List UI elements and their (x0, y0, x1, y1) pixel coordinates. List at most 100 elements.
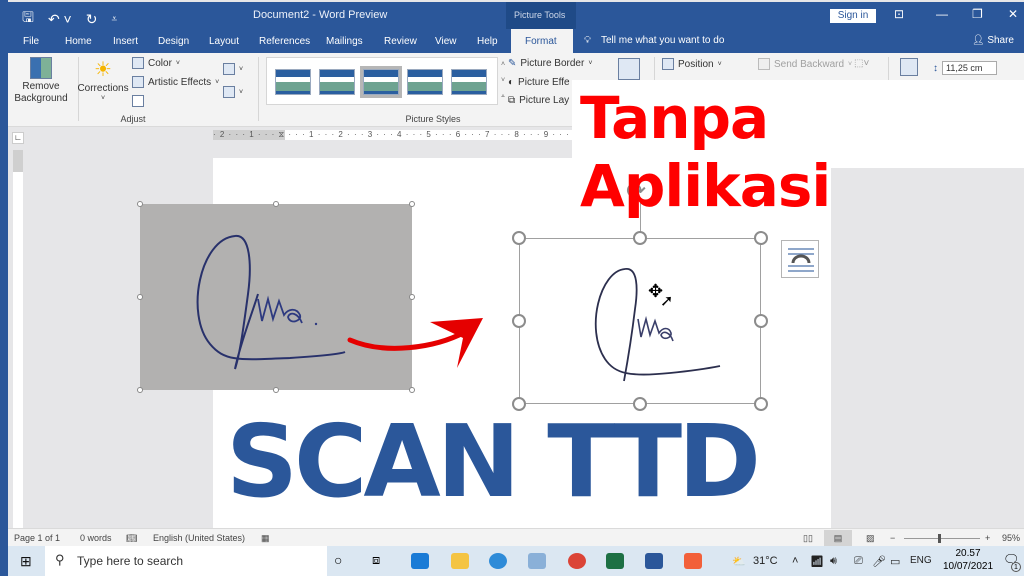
notepad-icon[interactable] (528, 553, 546, 569)
battery-icon[interactable]: ▭ (890, 555, 900, 568)
transparency-button[interactable] (132, 95, 144, 107)
zoom-out-button[interactable]: − (890, 533, 895, 543)
resize-handle[interactable] (273, 201, 279, 207)
picture-effects-button[interactable]: ◐ Picture Effe (508, 77, 570, 88)
word-count[interactable]: 0 words (80, 533, 112, 543)
proofing-icon[interactable]: 📖︎ (126, 533, 137, 544)
read-mode-icon[interactable]: ▯▯ (803, 533, 813, 544)
resize-handle[interactable] (137, 294, 143, 300)
tab-insert[interactable]: Insert (113, 36, 138, 47)
shape-height-field[interactable]: ↕ 11,25 cm (933, 61, 998, 75)
vertical-ruler[interactable] (13, 150, 23, 530)
resize-handle[interactable] (273, 387, 279, 393)
picture-layout-button[interactable]: ⧉ Picture Lay (508, 95, 569, 106)
resize-handle[interactable] (512, 231, 526, 245)
camtasia-icon[interactable] (684, 553, 702, 569)
edge-icon[interactable] (489, 553, 507, 569)
resize-handle[interactable] (137, 201, 143, 207)
resize-handle[interactable] (754, 314, 768, 328)
share-button[interactable]: 👤︎ Share (972, 35, 1014, 46)
cortana-icon[interactable]: ○ (334, 552, 342, 568)
print-layout-icon[interactable]: ▤ (824, 530, 852, 546)
tab-review[interactable]: Review (384, 36, 417, 47)
picture-style-1[interactable] (275, 69, 311, 95)
gallery-scroll[interactable]: ˄ ˅ ⩡ (498, 57, 508, 105)
close-icon[interactable]: ✕ (1008, 7, 1018, 21)
tray-chevron-icon[interactable]: ˄ (792, 555, 798, 567)
input-language[interactable]: ENG (910, 555, 932, 566)
tab-layout[interactable]: Layout (209, 36, 239, 47)
word-icon[interactable] (645, 553, 663, 569)
minimize-icon[interactable]: — (936, 7, 948, 21)
picture-style-4[interactable] (407, 69, 443, 95)
tab-file[interactable]: File (23, 36, 39, 47)
clock-date[interactable]: 10/07/2021 (938, 561, 998, 572)
microphone-icon[interactable]: 🎤︎ (872, 555, 886, 568)
camera-icon[interactable]: ⎚ (854, 555, 863, 568)
page-count[interactable]: Page 1 of 1 (14, 533, 60, 543)
compress-pictures-button[interactable]: ˅ (223, 63, 243, 75)
excel-icon[interactable] (606, 553, 624, 569)
send-backward-button[interactable]: Send Backward ˅ (758, 58, 852, 70)
artistic-effects-button[interactable]: Artistic Effects ˅ (132, 76, 219, 88)
remove-background-button[interactable]: Remove Background (14, 57, 68, 105)
position-button[interactable]: Position ˅ (662, 58, 722, 70)
resize-handle[interactable] (512, 314, 526, 328)
tab-home[interactable]: Home (65, 36, 92, 47)
tab-help[interactable]: Help (477, 36, 498, 47)
mail-icon[interactable] (411, 553, 429, 569)
zoom-in-button[interactable]: + (985, 533, 990, 543)
alt-text-button[interactable] (618, 58, 640, 80)
picture-style-3[interactable] (360, 66, 402, 98)
picture-style-5[interactable] (451, 69, 487, 95)
color-button[interactable]: Color ˅ (132, 57, 180, 69)
corrections-button[interactable]: ☀ Corrections ˅ (77, 57, 128, 102)
ribbon-display-options-icon[interactable]: ⊡ (894, 7, 904, 21)
accessibility-icon[interactable]: ▦ (261, 533, 270, 544)
tell-me-search[interactable]: 💡︎ Tell me what you want to do (584, 35, 724, 46)
tab-view[interactable]: View (435, 36, 457, 47)
zoom-slider-track[interactable] (904, 538, 980, 539)
tab-selector[interactable]: ∟ (12, 132, 24, 144)
network-icon[interactable]: 📶︎ (810, 555, 824, 568)
task-view-icon[interactable]: ⧈ (372, 552, 380, 568)
resize-handle[interactable] (409, 201, 415, 207)
volume-icon[interactable]: 🔊︎ (830, 555, 837, 568)
resize-handle[interactable] (633, 231, 647, 245)
zoom-slider-thumb[interactable] (938, 534, 941, 543)
language-indicator[interactable]: English (United States) (153, 533, 245, 543)
weather-icon[interactable]: ⛅ (732, 555, 746, 568)
mouse-pointer-icon: ➚ (660, 293, 674, 310)
clock-time[interactable]: 20.57 (948, 548, 988, 559)
taskbar-search[interactable]: ⚲ Type here to search (45, 546, 327, 576)
file-explorer-icon[interactable] (451, 553, 469, 569)
crop-button[interactable] (900, 58, 918, 76)
web-layout-icon[interactable]: ▨ (866, 533, 875, 544)
redo-icon[interactable]: ↻ (86, 11, 98, 28)
restore-icon[interactable]: ❐ (972, 7, 983, 21)
align-button[interactable]: ⬚˅ (854, 58, 869, 69)
resize-handle[interactable] (409, 294, 415, 300)
picture-border-button[interactable]: ✎ Picture Border ˅ (508, 58, 592, 69)
resize-handle[interactable] (754, 231, 768, 245)
zoom-level[interactable]: 95% (1002, 533, 1020, 543)
horizontal-ruler[interactable]: · 2 · · · 1 · · · ⧖ · · · 1 · · · 2 · · … (213, 130, 573, 140)
resize-handle[interactable] (137, 387, 143, 393)
tab-design[interactable]: Design (158, 36, 189, 47)
save-icon[interactable]: 🖫 (22, 7, 34, 31)
sign-in-button[interactable]: Sign in (830, 9, 876, 23)
reset-picture-button[interactable]: ˅ (223, 86, 243, 98)
selected-signature-image[interactable]: ✥ ➚ ⟳ (512, 178, 768, 411)
tab-format[interactable]: Format (511, 29, 573, 53)
chrome-icon[interactable] (568, 553, 586, 569)
customize-qat-icon[interactable]: ⩡ (111, 14, 117, 25)
tab-mailings[interactable]: Mailings (326, 36, 363, 47)
windows-start-icon[interactable]: ⊞ (20, 553, 32, 570)
picture-style-2[interactable] (319, 69, 355, 95)
shape-height-value[interactable]: 11,25 cm (942, 61, 998, 75)
weather-temp[interactable]: 31°C (753, 555, 778, 567)
layout-options-button[interactable] (781, 240, 819, 278)
undo-icon[interactable]: ↶ ˅ (48, 11, 72, 28)
resize-handle[interactable] (409, 387, 415, 393)
tab-references[interactable]: References (259, 36, 310, 47)
